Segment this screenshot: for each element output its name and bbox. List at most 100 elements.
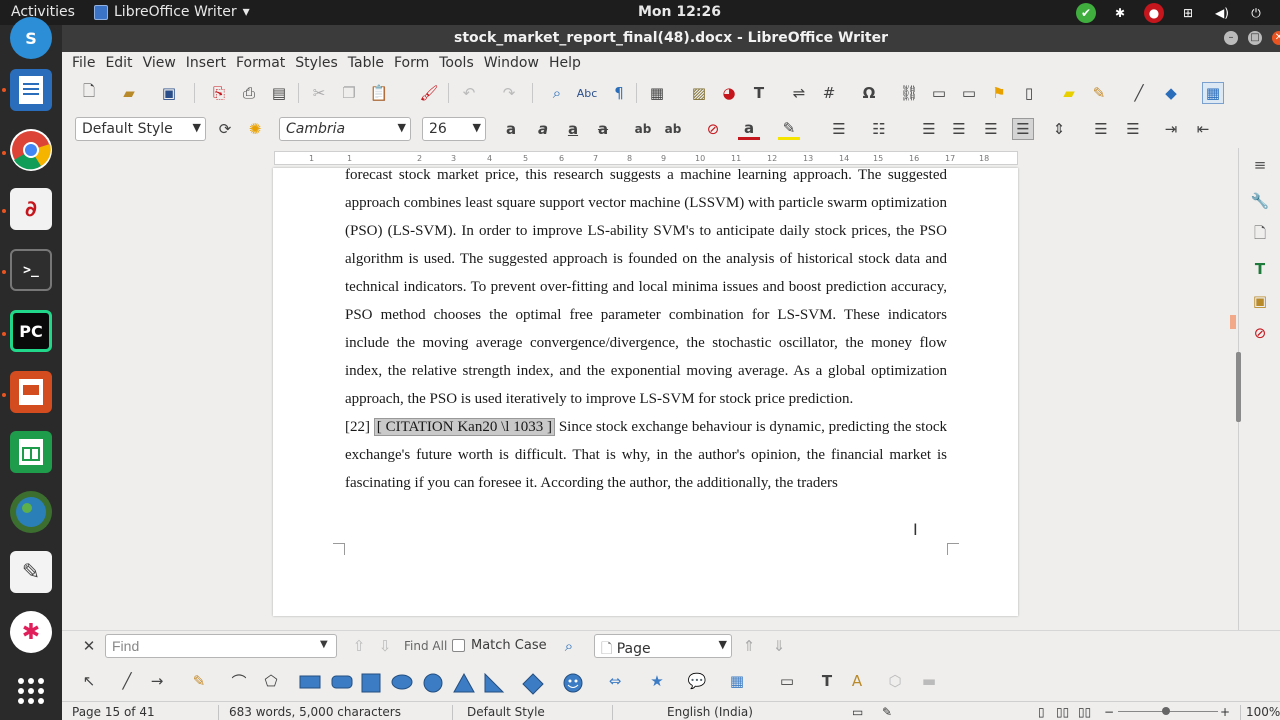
save-icon[interactable]: ▣ [158, 82, 180, 104]
skype-icon[interactable]: S [10, 17, 52, 59]
menu-format[interactable]: Format [231, 52, 290, 74]
document-area[interactable]: 1 1 2 3 4 5 6 7 8 9 10 11 12 13 14 15 16… [62, 148, 1238, 630]
insert-field-icon[interactable]: # [818, 82, 840, 104]
polygon-icon[interactable]: ⬠ [260, 670, 282, 692]
libreoffice-writer-icon[interactable] [10, 69, 52, 111]
bold-icon[interactable]: a [500, 118, 522, 140]
document-modified-icon[interactable]: ✎ [882, 705, 892, 719]
find-previous-icon[interactable]: ⇧ [348, 635, 370, 657]
citation-field[interactable]: [ CITATION Kan20 \l 1033 ] [373, 418, 556, 436]
chevron-down-icon[interactable]: ▼ [320, 639, 328, 650]
rectangle-icon[interactable] [298, 673, 322, 691]
power-icon[interactable]: ⏻ [1246, 3, 1266, 23]
find-next-icon[interactable]: ⇩ [374, 635, 396, 657]
find-replace-icon[interactable]: ⌕ [558, 635, 580, 657]
insert-callout-icon[interactable]: ▭ [776, 670, 798, 692]
highlight-color-icon[interactable]: ✎ [778, 118, 800, 140]
text-language[interactable]: English (India) [667, 705, 753, 719]
pycharm-icon[interactable]: PC [10, 310, 52, 352]
mail-icon[interactable]: ∂ [10, 188, 52, 230]
insert-footnote-icon[interactable]: ▭ [928, 82, 950, 104]
unordered-list-icon[interactable]: ☰ [828, 118, 850, 140]
window-title-bar[interactable]: stock_market_report_final(48).docx - Lib… [62, 25, 1280, 52]
insert-cross-reference-icon[interactable]: ▯ [1018, 82, 1040, 104]
insert-bookmark-icon[interactable]: ⚑ [988, 82, 1010, 104]
close-icon[interactable]: ✕ [1272, 31, 1280, 45]
page-icon[interactable]: 🗋 [1249, 224, 1271, 246]
italic-icon[interactable]: a [532, 118, 554, 140]
underline-icon[interactable]: a [562, 118, 584, 140]
slack-icon[interactable]: ✱ [1110, 3, 1130, 23]
properties-icon[interactable]: 🔧 [1249, 190, 1271, 212]
find-input[interactable] [105, 634, 337, 658]
multi-page-view-icon[interactable]: ▯▯ [1056, 705, 1069, 719]
styles-icon[interactable]: T [1249, 258, 1271, 280]
libreoffice-impress-icon[interactable] [10, 371, 52, 413]
insert-endnote-icon[interactable]: ▭ [958, 82, 980, 104]
terminal-icon[interactable]: >_ [10, 249, 52, 291]
menu-view[interactable]: View [138, 52, 181, 74]
insert-image-icon[interactable]: ▨ [688, 82, 710, 104]
menu-file[interactable]: File [67, 52, 100, 74]
menu-form[interactable]: Form [389, 52, 434, 74]
triangle-icon[interactable] [452, 673, 476, 693]
libreoffice-calc-icon[interactable] [10, 431, 52, 473]
insert-line-icon[interactable]: ╱ [1128, 82, 1150, 104]
minimize-icon[interactable]: – [1224, 31, 1238, 45]
freeform-pen-icon[interactable]: ✎ [188, 670, 210, 692]
word-count[interactable]: 683 words, 5,000 characters [229, 705, 401, 719]
ordered-list-icon[interactable]: ☷ [868, 118, 890, 140]
increase-paragraph-spacing-icon[interactable]: ☰ [1090, 118, 1112, 140]
menu-table[interactable]: Table [343, 52, 389, 74]
gallery-icon[interactable]: ▣ [1249, 290, 1271, 312]
undo-icon[interactable]: ↶ [458, 82, 480, 104]
navigator-icon[interactable]: ⊘ [1249, 322, 1271, 344]
curve-icon[interactable]: ⌒ [228, 670, 250, 692]
rounded-rectangle-icon[interactable] [330, 673, 354, 691]
strikethrough-icon[interactable]: a [592, 118, 614, 140]
stars-icon[interactable]: ★ [646, 670, 668, 692]
chrome-icon[interactable] [10, 129, 52, 171]
print-preview-icon[interactable]: ▤ [268, 82, 290, 104]
new-document-icon[interactable]: 🗋 [78, 82, 100, 104]
insert-mode-icon[interactable]: ▭ [852, 705, 863, 719]
align-left-icon[interactable]: ☰ [918, 118, 940, 140]
align-justify-icon[interactable]: ☰ [1012, 118, 1034, 140]
fontwork-icon[interactable]: A [846, 670, 868, 692]
sidebar-menu-icon[interactable]: ≡ [1249, 154, 1271, 176]
points-icon[interactable]: ⬡ [884, 670, 906, 692]
document-body[interactable]: forecast stock market price, this resear… [345, 161, 947, 497]
export-pdf-icon[interactable]: ⎘ [208, 82, 230, 104]
subscript-icon[interactable]: ab [662, 118, 684, 140]
track-changes-icon[interactable]: ✎ [1088, 82, 1110, 104]
toggle-extrusion-icon[interactable]: ▬ [918, 670, 940, 692]
maximize-icon[interactable]: □ [1248, 31, 1262, 45]
insert-text-box-icon[interactable]: T [816, 670, 838, 692]
cut-icon[interactable]: ✂ [308, 82, 330, 104]
vertical-scrollbar[interactable] [1236, 352, 1241, 422]
paragraph[interactable]: [22] [ CITATION Kan20 \l 1033 ] Since st… [345, 413, 947, 497]
page-count[interactable]: Page 15 of 41 [72, 705, 155, 719]
insert-table-icon[interactable]: ▦ [646, 82, 668, 104]
network-icon[interactable]: ⊞ [1178, 3, 1198, 23]
line-icon[interactable]: ╱ [116, 670, 138, 692]
decrease-paragraph-spacing-icon[interactable]: ☰ [1122, 118, 1144, 140]
slack-app-icon[interactable]: ✱ [10, 611, 52, 653]
superscript-icon[interactable]: ab [632, 118, 654, 140]
paragraph-style-select[interactable]: Default Style ▼ [75, 117, 206, 141]
menu-insert[interactable]: Insert [181, 52, 231, 74]
font-size-select[interactable]: 26 ▼ [422, 117, 486, 141]
ellipse-icon[interactable] [390, 673, 414, 691]
zoom-out-icon[interactable]: − [1104, 705, 1114, 719]
navigate-down-icon[interactable]: ⇓ [768, 635, 790, 657]
update-style-icon[interactable]: ⟳ [214, 118, 236, 140]
page-style[interactable]: Default Style [467, 705, 545, 719]
insert-special-character-icon[interactable]: Ω [858, 82, 880, 104]
zoom-level[interactable]: 100% [1246, 705, 1280, 719]
open-folder-icon[interactable]: ▰ [118, 82, 140, 104]
activities-button[interactable]: Activities [11, 4, 75, 20]
insert-comment-icon[interactable]: ▰ [1058, 82, 1080, 104]
decrease-indent-icon[interactable]: ⇤ [1192, 118, 1214, 140]
find-replace-icon[interactable]: ⌕ [546, 82, 568, 104]
basic-shapes-icon[interactable]: ◆ [1160, 82, 1182, 104]
